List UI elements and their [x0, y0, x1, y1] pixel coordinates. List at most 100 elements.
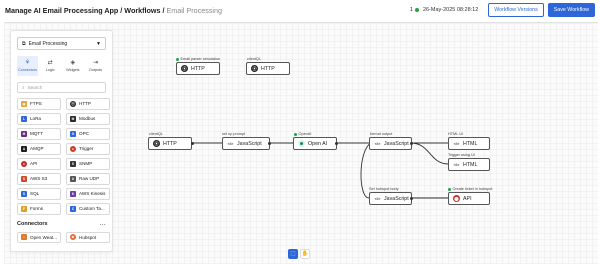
save-workflow-button[interactable]: Save Workflow [547, 3, 595, 17]
trigger-icon: ● [70, 145, 76, 152]
html-code-icon: </> [453, 162, 460, 167]
palette-item-raw-udp[interactable]: U Raw UDP [66, 173, 110, 185]
palette-item-lora[interactable]: L LoRa [17, 113, 61, 125]
node-label-create-ticket: Create ticket in hubspot [448, 187, 492, 191]
connection-status: 1 [410, 7, 419, 13]
tab-connectors[interactable]: ⚘ Connectors [17, 56, 38, 76]
workflow-select[interactable]: ⧉ Email Processing ▼ [17, 37, 106, 50]
palette-item-custom-task[interactable]: C Custom Ta... [66, 203, 110, 215]
timestamp: 26-May-2025 08:28:12 [422, 7, 479, 13]
widgets-icon: ◈ [70, 60, 76, 66]
api-icon: ● [21, 160, 27, 167]
palette-item-ftps[interactable]: ▤ FTPS [17, 98, 61, 110]
node-http-email-parser[interactable]: ⦿ HTTP [176, 62, 220, 75]
http-icon: ⦿ [251, 65, 258, 72]
open-weather-icon: ☼ [21, 234, 27, 241]
hubspot-icon: ✱ [70, 234, 76, 241]
node-api-create-ticket[interactable]: ⬤ API [448, 192, 490, 205]
port[interactable] [191, 142, 194, 145]
node-js-set-up-prompt[interactable]: </> JavaScript [222, 137, 270, 150]
select-tool-button[interactable]: ⬚ [288, 249, 298, 259]
logic-icon: ⇄ [47, 60, 53, 66]
connectors-section-header: Connectors ... [17, 220, 106, 227]
palette-tabs: ⚘ Connectors ⇄ Logic ◈ Widgets ⇥ Outputs [17, 56, 106, 76]
opc-icon: O [70, 130, 76, 137]
snmp-icon: S [70, 160, 76, 167]
http-icon: ⦿ [181, 65, 188, 72]
node-label-clientql-top: clientQL [247, 57, 261, 61]
mqtt-icon: M [21, 130, 27, 137]
node-palette-panel: ⧉ Email Processing ▼ ⚘ Connectors ⇄ Logi… [10, 30, 113, 252]
connector-grid: ▤ FTPS ⦿ HTTP L LoRa M Modbus M MQTT O OPC A AM… [17, 98, 110, 215]
workflow-icon: ⧉ [22, 40, 26, 47]
node-js-format-output[interactable]: </> JavaScript [369, 137, 412, 150]
node-label-openai: OpenAI [294, 132, 311, 136]
cursor-icon: ⬚ [290, 251, 296, 257]
lora-icon: L [21, 115, 27, 122]
node-openai[interactable]: ✺ Open AI [293, 137, 337, 150]
connectors-section-grid: ☼ Open Weat... ✱ Hubspot [17, 231, 110, 243]
port[interactable] [410, 142, 413, 145]
palette-item-forms[interactable]: F Forms [17, 203, 61, 215]
palette-item-api[interactable]: ● API [17, 158, 61, 170]
palette-item-amqp[interactable]: A AMQP [17, 143, 61, 155]
chevron-down-icon: ▼ [96, 40, 101, 47]
hand-icon: ✋ [301, 251, 309, 257]
tab-widgets[interactable]: ◈ Widgets [62, 56, 83, 76]
code-icon: </> [374, 196, 381, 201]
node-http-clientql[interactable]: ⦿ HTTP [148, 137, 192, 150]
port[interactable] [410, 197, 413, 200]
palette-item-aws-kinesis[interactable]: K AWS Kinesis [66, 188, 110, 200]
palette-item-modbus[interactable]: M Modbus [66, 113, 110, 125]
palette-item-mqtt[interactable]: M MQTT [17, 128, 61, 140]
palette-item-http[interactable]: ⦿ HTTP [66, 98, 110, 110]
breadcrumb-separator: / [162, 5, 165, 15]
sql-icon: S [21, 190, 27, 197]
raw-udp-icon: U [70, 175, 76, 182]
node-http-clientql-top[interactable]: ⦿ HTTP [246, 62, 290, 75]
more-options-icon[interactable]: ... [100, 221, 106, 227]
node-label-html-ui: HTML UI [448, 132, 464, 136]
modbus-icon: M [70, 115, 76, 122]
http-icon: ⦿ [70, 100, 76, 107]
palette-item-aws-s3[interactable]: S AWS S3 [17, 173, 61, 185]
custom-task-icon: C [70, 205, 76, 212]
connection-count: 1 [409, 7, 413, 13]
node-js-hubspot-body[interactable]: </> JavaScript [369, 192, 412, 205]
breadcrumb-current: Email Processing [166, 5, 223, 15]
html-code-icon: </> [453, 141, 460, 146]
palette-item-open-weather[interactable]: ☼ Open Weat... [17, 231, 61, 243]
port[interactable] [268, 142, 271, 145]
node-label-trigger-ui: Trigger using UI [448, 153, 475, 157]
node-label-hubspot-body: Set hubspot body [369, 187, 399, 191]
port[interactable] [335, 142, 338, 145]
aws-s3-icon: S [21, 175, 27, 182]
node-label-set-up-prompt: set up prompt [222, 132, 246, 136]
search-icon: ⌕ [22, 85, 25, 90]
breadcrumb-main[interactable]: Manage AI Email Processing App / Workflo… [5, 6, 161, 15]
node-html-ui[interactable]: </> HTML [448, 137, 490, 150]
page-header: Manage AI Email Processing App / Workflo… [0, 0, 600, 20]
tab-logic[interactable]: ⇄ Logic [40, 56, 61, 76]
api-icon: ⬤ [453, 195, 460, 202]
connectors-icon: ⚘ [24, 60, 31, 66]
palette-item-sql[interactable]: S SQL [17, 188, 61, 200]
amqp-icon: A [21, 145, 27, 152]
palette-item-opc[interactable]: O OPC [66, 128, 110, 140]
node-label-email-parser: Email parser simulation [176, 57, 220, 61]
pan-tool-button[interactable]: ✋ [300, 249, 310, 259]
outputs-icon: ⇥ [92, 60, 98, 66]
palette-item-trigger[interactable]: ● Trigger [66, 143, 110, 155]
forms-icon: F [21, 205, 27, 212]
code-icon: </> [227, 141, 234, 146]
breadcrumb: Manage AI Email Processing App / Workflo… [5, 6, 222, 15]
palette-item-hubspot[interactable]: ✱ Hubspot [66, 231, 110, 243]
tab-outputs[interactable]: ⇥ Outputs [85, 56, 106, 76]
palette-item-snmp[interactable]: S SNMP [66, 158, 110, 170]
node-label-format-output: format output [370, 132, 393, 136]
aws-kinesis-icon: K [70, 190, 76, 197]
workflow-versions-button[interactable]: Workflow Versions [488, 3, 544, 17]
palette-search-input[interactable]: ⌕ Search [17, 82, 106, 93]
status-dot-icon [414, 8, 419, 12]
node-html-trigger-ui[interactable]: </> HTML [448, 158, 490, 171]
